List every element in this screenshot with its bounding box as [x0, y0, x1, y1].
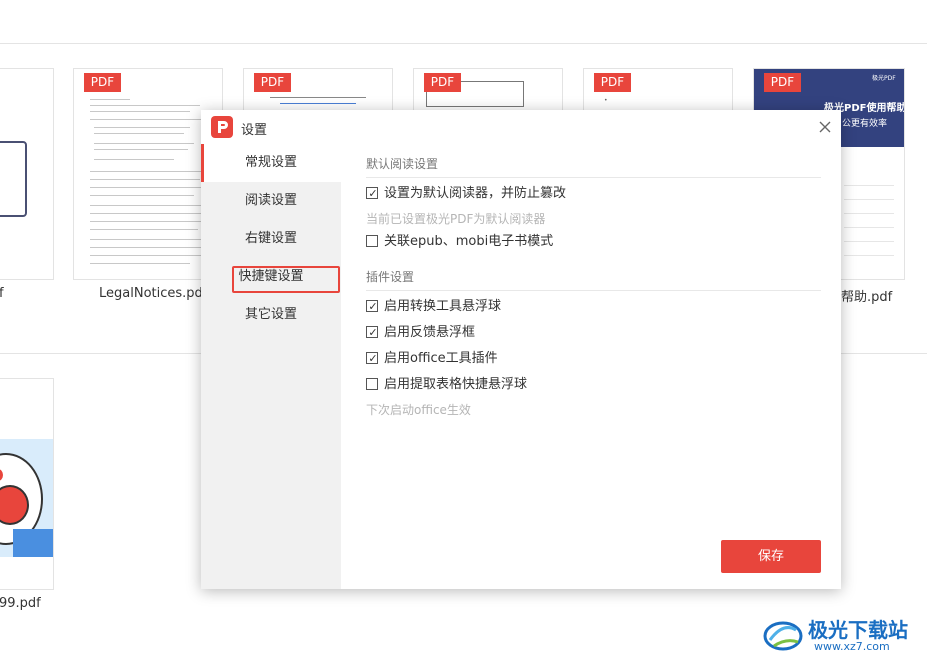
sidebar-item-label: 常规设置	[244, 155, 297, 170]
file-thumbnail[interactable]	[0, 378, 54, 590]
check-icon: ✓	[368, 300, 378, 313]
file-name: f	[0, 286, 4, 301]
sidebar-item-general[interactable]: 常规设置	[201, 144, 341, 182]
pdf-badge: PDF	[254, 73, 291, 92]
checkbox-box	[366, 378, 378, 390]
file-name: LegalNotices.pdf	[99, 286, 208, 301]
sidebar-item-label: 右键设置	[244, 231, 297, 246]
checkbox-label: 启用反馈悬浮框	[384, 325, 476, 340]
divider	[0, 43, 927, 44]
section-title: 插件设置	[366, 270, 415, 284]
close-icon[interactable]	[813, 115, 837, 139]
checkbox-box: ✓	[366, 187, 378, 200]
section-divider	[366, 177, 821, 178]
highlight-box	[232, 266, 340, 293]
check-icon: ✓	[368, 352, 378, 365]
sidebar-item-reading[interactable]: 阅读设置	[201, 182, 341, 220]
checkbox-label: 启用提取表格快捷悬浮球	[384, 377, 528, 392]
pdf-badge: PDF	[764, 73, 801, 92]
banner-subtitle: 公更有效率	[842, 119, 888, 129]
file-thumbnail[interactable]: PDF	[243, 68, 393, 114]
checkbox-label: 设置为默认阅读器，并防止篡改	[384, 186, 567, 201]
active-indicator	[201, 144, 204, 182]
checkbox-label: 启用office工具插件	[384, 351, 498, 366]
file-name: 99.pdf	[0, 596, 41, 611]
sidebar-item-label: 其它设置	[244, 307, 297, 322]
watermark-logo-icon	[762, 616, 804, 654]
file-thumbnail[interactable]	[0, 68, 54, 280]
watermark-text: 极光下载站	[808, 618, 908, 642]
file-name: 帮助.pdf	[841, 290, 893, 305]
check-icon: ✓	[368, 187, 378, 200]
settings-content: 默认阅读设置 ✓ 设置为默认阅读器，并防止篡改 当前已设置极光PDF为默认阅读器…	[341, 144, 841, 589]
brand-label: 极光PDF	[872, 75, 896, 82]
sidebar-item-label: 阅读设置	[244, 193, 297, 208]
office-restart-hint: 下次启动office生效	[366, 403, 471, 417]
site-watermark: 极光下载站 www.xz7.com	[762, 612, 922, 658]
section-divider	[366, 290, 821, 291]
pdf-badge: PDF	[594, 73, 631, 92]
default-reader-hint: 当前已设置极光PDF为默认阅读器	[366, 212, 546, 226]
watermark-url: www.xz7.com	[814, 640, 890, 653]
settings-sidebar: 常规设置 阅读设置 右键设置 快捷键设置 其它设置	[201, 144, 341, 589]
cartoon-image	[0, 439, 53, 557]
checkbox-label: 关联epub、mobi电子书模式	[384, 234, 554, 249]
checkbox-box: ✓	[366, 326, 378, 339]
checkbox-label: 启用转换工具悬浮球	[384, 299, 502, 314]
save-button[interactable]: 保存	[721, 540, 821, 573]
section-title: 默认阅读设置	[366, 157, 439, 171]
pdf-badge: PDF	[424, 73, 461, 92]
file-thumbnail[interactable]: PDF •	[583, 68, 733, 114]
file-thumbnail[interactable]: PDF	[413, 68, 563, 114]
checkbox-box: ✓	[366, 300, 378, 313]
check-icon: ✓	[368, 326, 378, 339]
app-logo-icon	[211, 116, 233, 138]
dialog-titlebar: 设置	[201, 110, 841, 144]
checkbox-box	[366, 235, 378, 247]
settings-dialog: 设置 常规设置 阅读设置 右键设置 快捷键设置 其它设置 默认阅读设置 ✓ 设置…	[201, 110, 841, 589]
checkbox-box: ✓	[366, 352, 378, 365]
dialog-title: 设置	[241, 123, 268, 138]
pdf-badge: PDF	[84, 73, 121, 92]
sidebar-item-other[interactable]: 其它设置	[201, 296, 341, 334]
sidebar-item-context-menu[interactable]: 右键设置	[201, 220, 341, 258]
folder-icon	[0, 141, 27, 217]
